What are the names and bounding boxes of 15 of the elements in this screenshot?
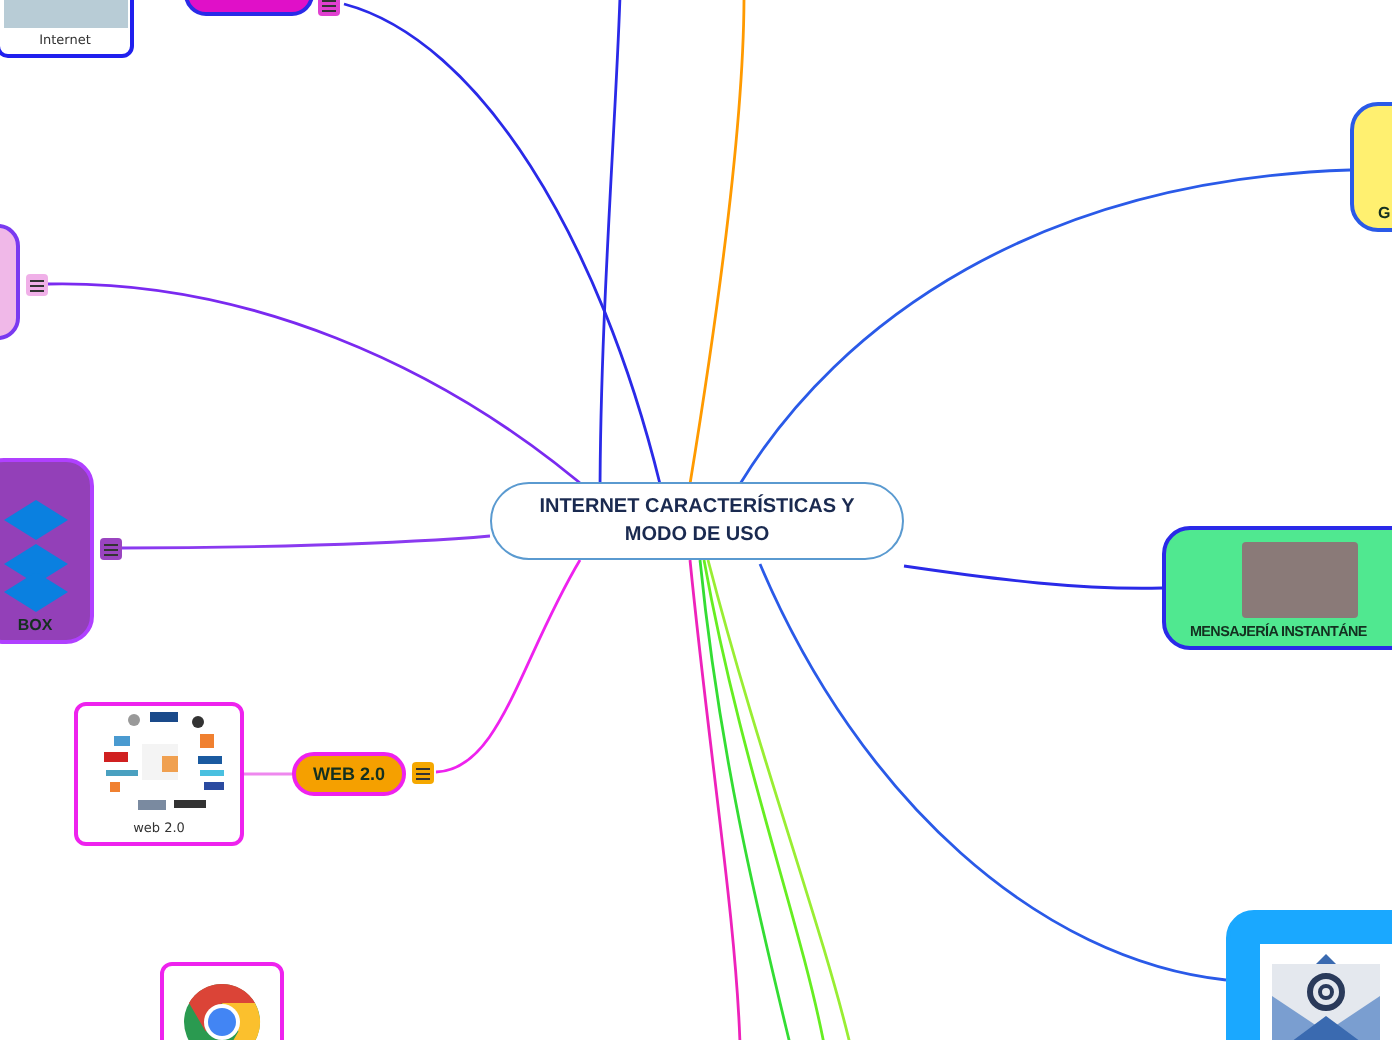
central-topic[interactable]: INTERNET CARACTERÍSTICAS Y MODO DE USO: [490, 482, 904, 560]
email-icon: [1260, 944, 1392, 1040]
photo-placeholder: [1242, 542, 1358, 618]
topic-pill[interactable]: WEB 2.0: [292, 752, 406, 796]
connector-line: [244, 772, 292, 776]
node-label: G: [1378, 204, 1391, 222]
node-label: BOX: [17, 616, 53, 634]
notes-icon[interactable]: [100, 538, 122, 560]
image-card[interactable]: [160, 962, 284, 1040]
topic-node[interactable]: G: [1350, 102, 1392, 232]
notes-icon[interactable]: [26, 274, 48, 296]
notes-icon[interactable]: [318, 0, 340, 16]
dropbox-icon: [3, 500, 67, 612]
chrome-icon: [182, 982, 262, 1040]
notes-icon[interactable]: [412, 762, 434, 784]
